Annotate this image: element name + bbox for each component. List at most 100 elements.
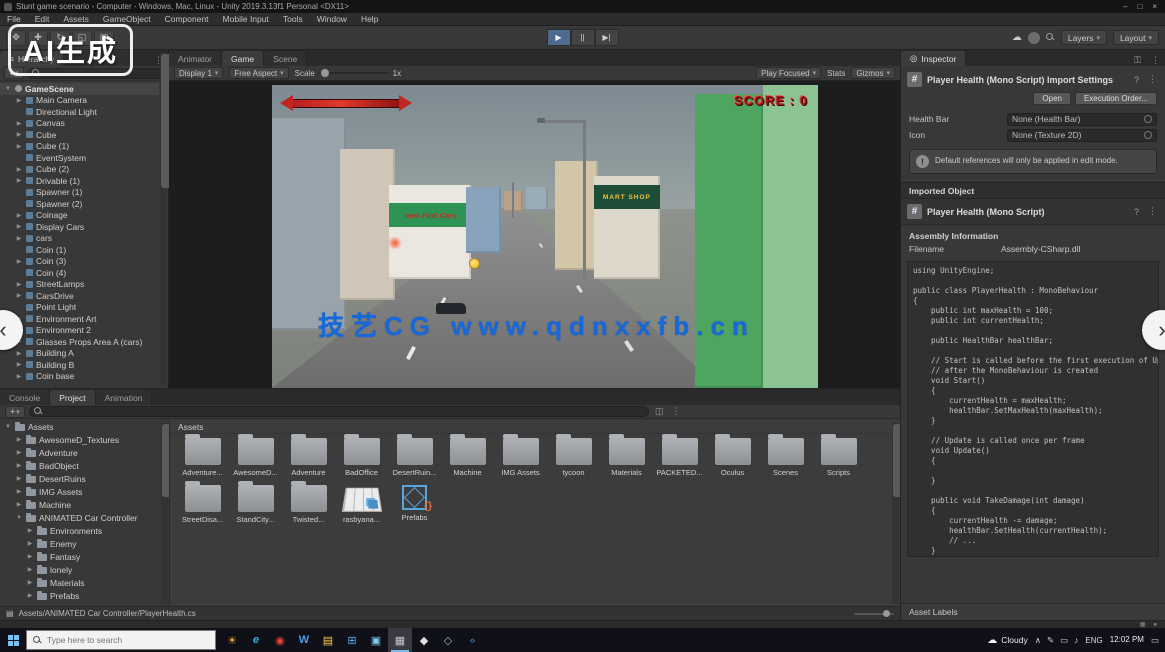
hidden-packages-icon[interactable]: ◫ (653, 406, 666, 417)
account-icon[interactable] (1028, 32, 1040, 44)
project-tree-item[interactable]: ▶ Environments (0, 524, 169, 537)
expand-arrow[interactable]: ▶ (15, 131, 23, 138)
expand-arrow[interactable]: ▶ (15, 449, 23, 456)
minimize-button[interactable]: – (1123, 2, 1127, 11)
hierarchy-item[interactable]: Spawner (1) (0, 187, 159, 199)
kebab-menu-icon[interactable]: ⋮ (1146, 55, 1165, 66)
object-picker-field[interactable]: None (Health Bar) (1007, 113, 1157, 126)
taskbar-app-icon[interactable]: ‹› (460, 628, 484, 652)
project-search[interactable] (29, 406, 649, 417)
expand-arrow[interactable]: ▶ (15, 292, 23, 299)
project-grid-item[interactable]: Oculus (706, 438, 759, 477)
hierarchy-item[interactable]: ▶ Cube (2) (0, 164, 159, 176)
hierarchy-item[interactable]: ▶ Cube (0, 129, 159, 141)
kebab-menu-icon[interactable]: ⋮ (670, 406, 683, 417)
expand-arrow[interactable]: ▶ (26, 592, 34, 599)
taskbar-search[interactable] (26, 630, 216, 650)
expand-arrow[interactable]: ▼ (4, 86, 12, 92)
bottom-tab[interactable]: Animation (96, 390, 153, 405)
hierarchy-item[interactable]: ▶ Glasses Props Area A (cars) (0, 336, 159, 348)
object-picker-icon[interactable] (1144, 115, 1152, 123)
menu-item[interactable]: Mobile Input (216, 14, 276, 24)
hierarchy-item[interactable]: ▶ Coin (3) (0, 256, 159, 268)
layout-dropdown[interactable]: Layout ▾ (1113, 30, 1159, 45)
menu-item[interactable]: GameObject (96, 14, 158, 24)
expand-arrow[interactable]: ▶ (15, 462, 23, 469)
project-search-input[interactable] (46, 407, 644, 416)
expand-arrow[interactable]: ▶ (15, 258, 23, 265)
menu-item[interactable]: Tools (276, 14, 310, 24)
help-icon[interactable]: ? (1132, 207, 1141, 217)
expand-arrow[interactable]: ▶ (26, 527, 34, 534)
expand-arrow[interactable]: ▶ (15, 373, 23, 380)
weather-widget[interactable]: ☁ Cloudy (987, 635, 1027, 646)
kebab-menu-icon[interactable]: ⋮ (1146, 206, 1159, 217)
open-script-button[interactable]: Open (1033, 92, 1071, 105)
menu-item[interactable]: Window (310, 14, 354, 24)
hierarchy-item[interactable]: ▶ Display Cars (0, 221, 159, 233)
project-tree-item[interactable]: ▶ Enemy (0, 537, 169, 550)
project-grid-item[interactable]: IMG Assets (494, 438, 547, 477)
menu-item[interactable]: Help (354, 14, 385, 24)
project-tree-item[interactable]: ▶ Adventure (0, 446, 169, 459)
expand-arrow[interactable]: ▶ (15, 120, 23, 127)
tab-inspector[interactable]: ◎ Inspector (901, 51, 966, 66)
maximize-button[interactable]: □ (1137, 2, 1142, 11)
bottom-tab[interactable]: Project (50, 390, 95, 405)
slider-thumb[interactable] (883, 610, 890, 617)
tray-icon[interactable]: ✎ (1047, 635, 1054, 646)
project-tree-item[interactable]: ▼ Assets (0, 420, 169, 433)
expand-arrow[interactable]: ▶ (15, 97, 23, 104)
play-focused-dropdown[interactable]: Play Focused ▾ (756, 67, 821, 79)
scrollbar-thumb[interactable] (893, 424, 900, 497)
project-grid-item[interactable]: Materials (600, 438, 653, 477)
expand-arrow[interactable]: ▶ (15, 361, 23, 368)
hierarchy-item[interactable]: ▶ Cube (1) (0, 141, 159, 153)
hierarchy-item[interactable]: ▶ Coinage (0, 210, 159, 222)
scrollbar-thumb[interactable] (162, 424, 170, 497)
gizmos-dropdown[interactable]: Gizmos ▾ (851, 67, 895, 79)
layers-dropdown[interactable]: Layers ▾ (1061, 30, 1107, 45)
menu-item[interactable]: File (0, 14, 28, 24)
project-tree-item[interactable]: ▶ BadObject (0, 459, 169, 472)
expand-arrow[interactable]: ▶ (15, 350, 23, 357)
taskbar-clock[interactable]: 12:02 PM (1110, 635, 1144, 645)
expand-arrow[interactable]: ▶ (15, 501, 23, 508)
project-tree-item[interactable]: ▶ Materials (0, 576, 169, 589)
help-icon[interactable]: ? (1132, 75, 1141, 85)
hierarchy-item[interactable]: ▶ Main Camera (0, 95, 159, 107)
project-grid-item[interactable]: tycoon (547, 438, 600, 477)
hierarchy-item[interactable]: ▶ Building B (0, 359, 159, 371)
project-grid-item[interactable]: Adventure... (176, 438, 229, 477)
taskbar-app-icon[interactable]: ▦ (388, 628, 412, 652)
kebab-menu-icon[interactable]: ⋮ (1146, 74, 1159, 85)
expand-arrow[interactable]: ▶ (26, 566, 34, 573)
hierarchy-item[interactable]: Coin (1) (0, 244, 159, 256)
tray-icon[interactable]: ∧ (1035, 635, 1041, 646)
expand-arrow[interactable]: ▶ (15, 166, 23, 173)
window-titlebar[interactable]: Stunt game scenario - Computer - Windows… (0, 0, 1165, 13)
play-button[interactable]: ▶ (547, 29, 571, 46)
project-tree-item[interactable]: ▶ DesertRuins (0, 472, 169, 485)
hierarchy-scrollbar[interactable] (160, 52, 167, 386)
slider-thumb[interactable] (321, 69, 329, 77)
hierarchy-item[interactable]: Spawner (2) (0, 198, 159, 210)
project-grid-item[interactable]: DesertRuin... (388, 438, 441, 477)
hierarchy-item[interactable]: ▶ Environment 2 (0, 325, 159, 337)
expand-arrow[interactable]: ▶ (15, 235, 23, 242)
grid-scrollbar[interactable] (892, 422, 899, 604)
project-tree-item[interactable]: ▶ Machine (0, 498, 169, 511)
hierarchy-item[interactable]: ▶ cars (0, 233, 159, 245)
project-tree-item[interactable]: ▼ ANIMATED Car Controller (0, 511, 169, 524)
project-grid-item[interactable]: Twisted... (282, 485, 335, 524)
aspect-dropdown[interactable]: Free Aspect ▾ (229, 67, 288, 79)
taskbar-app-icon[interactable]: e (244, 628, 268, 652)
thumbnail-size-slider[interactable] (854, 613, 894, 615)
collab-cloud-icon[interactable]: ☁ (1012, 32, 1022, 43)
execution-order-button[interactable]: Execution Order... (1075, 92, 1157, 105)
tree-scrollbar[interactable] (161, 422, 168, 604)
project-grid-item[interactable]: PACKETED... (653, 438, 706, 477)
project-grid-item[interactable]: StreetDisa... (176, 485, 229, 524)
pause-button[interactable]: || (571, 29, 595, 46)
project-grid-item[interactable]: BadOffice (335, 438, 388, 477)
